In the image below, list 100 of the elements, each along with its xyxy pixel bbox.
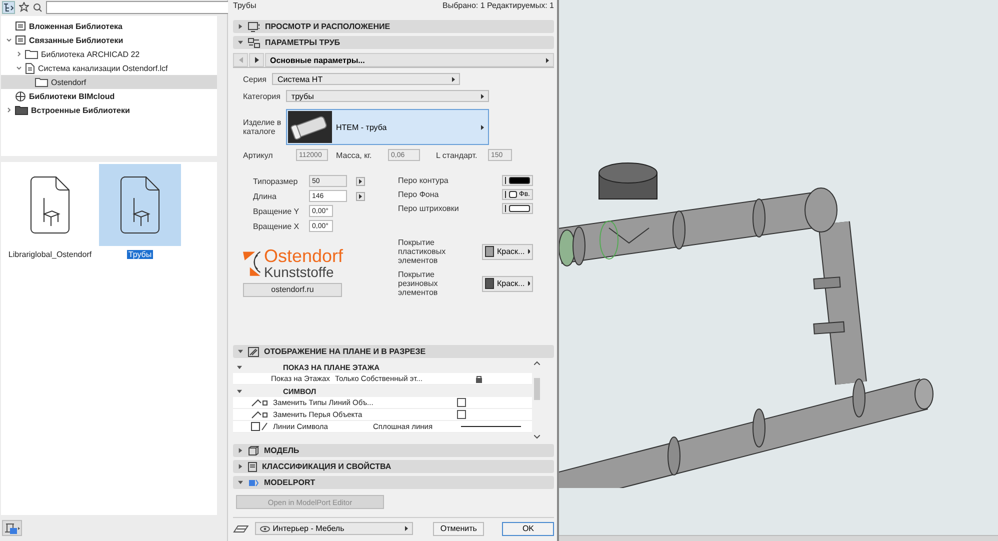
section-header[interactable]: МОДЕЛЬ xyxy=(233,444,554,457)
caret-icon xyxy=(238,480,242,485)
tree-item[interactable]: Система канализации Ostendorf.lcf xyxy=(1,61,217,75)
dropdown-arrow-icon xyxy=(481,124,484,130)
section-header[interactable]: ОТОБРАЖЕНИЕ НА ПЛАНЕ И В РАЗРЕЗЕ xyxy=(233,345,554,358)
caret-icon xyxy=(237,388,242,394)
selection-status: Выбрано: 1 Редактируемых: 1 xyxy=(442,1,554,10)
website-link[interactable]: ostendorf.ru xyxy=(243,283,342,297)
field-label: Изделие в каталоге xyxy=(243,118,282,136)
field-label: Категория xyxy=(243,92,280,100)
section-title: МОДЕЛЬ xyxy=(264,446,300,455)
scrollbar[interactable] xyxy=(532,361,542,439)
search-button[interactable] xyxy=(33,0,42,14)
caret-icon xyxy=(238,40,242,45)
field-label: Вращение X xyxy=(253,222,300,230)
material-picker[interactable]: Краск... xyxy=(482,276,533,292)
section-title: MODELPORT xyxy=(264,478,316,487)
field-label: Покрытие пластиковых элементов xyxy=(398,238,447,265)
plan-icon xyxy=(248,346,259,356)
field-label: Перо контура xyxy=(398,176,448,185)
section-title: ПРОСМОТР И РАСПОЛОЖЕНИЕ xyxy=(265,22,390,31)
library-icon xyxy=(4,522,20,534)
dialog-title: Трубы xyxy=(233,1,256,10)
scroll-up-icon xyxy=(534,361,540,365)
layer-dropdown[interactable]: Интерьер - Мебель xyxy=(254,522,413,535)
folder-icon xyxy=(25,49,38,59)
tree-item[interactable]: Библиотеки BIMcloud xyxy=(1,89,217,103)
checkbox[interactable] xyxy=(457,410,466,419)
field-label: Длина xyxy=(253,192,278,200)
modelport-icon xyxy=(248,478,259,486)
search-icon xyxy=(33,2,42,12)
right-arrow-icon xyxy=(254,57,258,63)
field-label: Серия xyxy=(243,74,266,84)
field-label: Перо Фона xyxy=(398,190,439,199)
scroll-down-icon xyxy=(534,435,540,439)
dropdown-arrow-icon xyxy=(528,249,530,254)
field-label: Вращение Y xyxy=(253,206,300,216)
tree-item[interactable]: Вложенная Библиотека xyxy=(1,19,217,33)
field-label: Типоразмер xyxy=(253,176,299,186)
section-header[interactable]: MODELPORT xyxy=(233,476,554,489)
lock-icon xyxy=(475,374,483,382)
line-sample-icon xyxy=(461,425,521,428)
file-icon xyxy=(25,62,35,74)
pipe-product-icon xyxy=(288,111,332,143)
section-header[interactable]: ПРОСМОТР И РАСПОЛОЖЕНИЕ xyxy=(233,20,554,33)
caret-icon xyxy=(238,464,242,469)
caret-icon xyxy=(238,24,242,29)
layer-icon xyxy=(233,524,249,534)
dropdown-arrow-icon xyxy=(528,281,530,286)
globe-icon xyxy=(15,90,26,102)
caret-icon xyxy=(238,448,242,453)
stepper-button[interactable] xyxy=(356,192,365,200)
document-icon xyxy=(248,462,257,472)
left-arrow-icon xyxy=(238,57,242,63)
stepper-button[interactable] xyxy=(356,176,365,186)
favorites-button[interactable] xyxy=(19,0,29,14)
tree-item[interactable]: Связанные Библиотеки xyxy=(1,33,217,47)
chevron-icon xyxy=(6,107,12,113)
section-header[interactable]: ПАРАМЕТРЫ ТРУБ xyxy=(233,36,554,49)
caret-icon xyxy=(238,349,242,354)
page-dropdown[interactable]: Основные параметры... xyxy=(265,53,554,67)
library-manager-button[interactable] xyxy=(2,520,22,536)
checkbox[interactable] xyxy=(457,398,466,407)
tree-icon xyxy=(3,2,14,12)
cancel-button[interactable]: Отменить xyxy=(432,522,484,536)
star-icon xyxy=(19,2,29,12)
product-name: HTEM - труба xyxy=(336,122,387,132)
right-arrow-icon xyxy=(359,194,362,198)
section-title: КЛАССИФИКАЦИЯ И СВОЙСТВА xyxy=(262,462,392,471)
ostendorf-logo: Ostendorf Kunststoffe xyxy=(243,245,343,281)
category-dropdown[interactable]: трубы xyxy=(286,90,490,102)
library-icon xyxy=(15,21,26,31)
eye-icon xyxy=(260,526,270,532)
pen-picker[interactable] xyxy=(502,203,533,214)
folder-icon xyxy=(15,105,28,115)
field-label: Покрытие резиновых элементов xyxy=(398,270,439,297)
library-tree-button[interactable] xyxy=(2,0,15,14)
field-label: L стандарт. xyxy=(436,150,478,160)
field-label: Артикул xyxy=(243,150,274,160)
field-label: Масса, кг. xyxy=(336,150,373,160)
tree-item[interactable]: Ostendorf xyxy=(1,75,217,89)
material-picker[interactable]: Краск... xyxy=(482,244,533,260)
section-title: ПАРАМЕТРЫ ТРУБ xyxy=(265,38,340,47)
chair-document-icon xyxy=(120,176,160,234)
tree-item[interactable]: Библиотека ARCHICAD 22 xyxy=(1,47,217,61)
library-icon xyxy=(15,35,26,45)
library-object[interactable]: Librariglobal_Ostendorf xyxy=(9,164,91,259)
parameters-icon xyxy=(248,38,260,48)
ok-button[interactable]: OK xyxy=(502,522,554,536)
search-field[interactable] xyxy=(46,0,229,14)
next-button[interactable] xyxy=(249,53,264,67)
pen-picker[interactable] xyxy=(502,175,533,186)
field-label: Перо штриховки xyxy=(398,204,459,213)
section-header[interactable]: КЛАССИФИКАЦИЯ И СВОЙСТВА xyxy=(233,460,554,473)
tree-item[interactable]: Встроенные Библиотеки xyxy=(1,103,217,117)
product-dropdown[interactable]: HTEM - труба xyxy=(286,109,489,145)
chevron-icon xyxy=(16,65,22,71)
series-dropdown[interactable]: Система НТ xyxy=(272,73,460,85)
cube-icon xyxy=(248,446,259,456)
chevron-icon xyxy=(6,37,12,43)
